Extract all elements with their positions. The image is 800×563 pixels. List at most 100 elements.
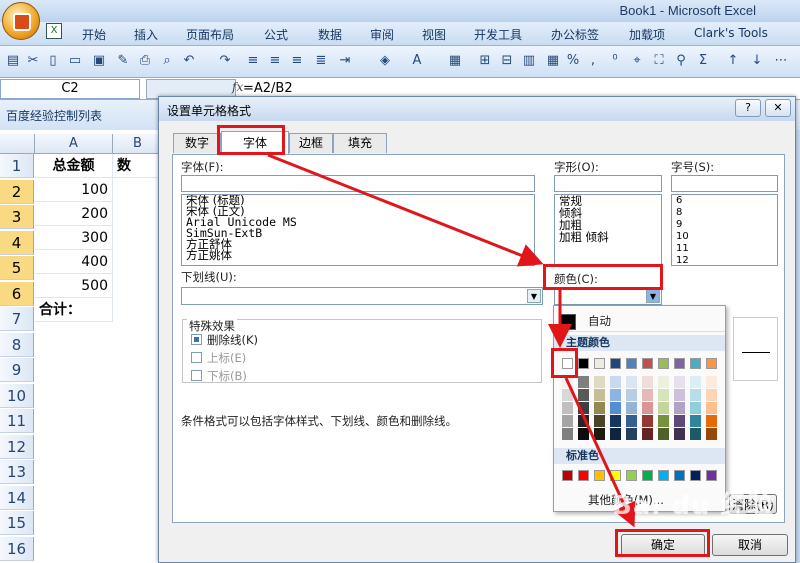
align-center-icon[interactable]: ≡ [266, 52, 284, 70]
cell-a1[interactable]: 总金额 [35, 154, 113, 178]
underline-select[interactable]: ▼ [181, 287, 543, 305]
theme-shade-swatch[interactable] [578, 402, 589, 414]
row-header[interactable]: 8 [0, 332, 34, 357]
row-header[interactable]: 4 [0, 230, 34, 255]
row-header[interactable]: 15 [0, 511, 34, 535]
theme-shade-swatch[interactable] [578, 376, 589, 388]
theme-color-swatch[interactable] [594, 358, 605, 369]
theme-shade-swatch[interactable] [610, 428, 621, 440]
theme-shade-swatch[interactable] [626, 415, 637, 427]
size-input[interactable] [671, 175, 778, 192]
theme-shade-swatch[interactable] [594, 389, 605, 401]
theme-shade-swatch[interactable] [642, 376, 653, 388]
size-option[interactable]: 8 [672, 207, 777, 219]
fx-icon[interactable]: fx [232, 80, 243, 94]
theme-shade-swatch[interactable] [594, 402, 605, 414]
undo-icon[interactable]: ↶ [180, 52, 198, 70]
cell-a2[interactable]: 100 [35, 178, 113, 202]
fill-color-icon[interactable]: ◈ [376, 52, 394, 70]
col-header-b[interactable]: B [113, 134, 163, 154]
theme-shade-swatch[interactable] [706, 428, 717, 440]
size-option[interactable]: 9 [672, 219, 777, 231]
theme-shade-swatch[interactable] [626, 376, 637, 388]
auto-color-option[interactable]: 自动 [554, 306, 725, 332]
strikethrough-checkbox[interactable] [191, 334, 202, 345]
standard-color-swatch[interactable] [626, 470, 637, 481]
style-input[interactable] [554, 175, 662, 192]
name-box[interactable]: C2 [0, 79, 140, 99]
row-header[interactable]: 7 [0, 307, 34, 331]
theme-shade-swatch[interactable] [562, 428, 573, 440]
align-right-icon[interactable]: ≡ [288, 52, 306, 70]
sort-desc-icon[interactable]: ↓ [748, 52, 766, 70]
standard-color-swatch[interactable] [594, 470, 605, 481]
theme-shade-swatch[interactable] [642, 389, 653, 401]
print-icon[interactable]: ⎙ [136, 52, 154, 70]
cell-a7[interactable]: 合计： [35, 298, 113, 322]
col-header-a[interactable]: A [35, 134, 113, 154]
font-option[interactable]: SimSun-ExtB [182, 227, 534, 239]
theme-shade-swatch[interactable] [594, 415, 605, 427]
row-header[interactable]: 6 [0, 281, 34, 306]
font-option[interactable]: 方正舒体 [182, 238, 534, 250]
size-option[interactable]: 10 [672, 231, 777, 243]
theme-color-swatch[interactable] [706, 358, 717, 369]
chevron-down-icon[interactable]: ▼ [646, 289, 660, 303]
theme-shade-swatch[interactable] [578, 415, 589, 427]
size-option[interactable]: 6 [672, 195, 777, 207]
row-header[interactable]: 3 [0, 205, 34, 229]
tab-office-tab[interactable]: 办公标签 [551, 26, 599, 43]
theme-shade-swatch[interactable] [610, 402, 621, 414]
row-header[interactable]: 1 [0, 154, 34, 178]
percent-icon[interactable]: % [564, 52, 582, 70]
formula-input[interactable]: =A2/B2 [243, 81, 293, 96]
font-color-icon[interactable]: A [408, 52, 426, 70]
row-header[interactable]: 10 [0, 383, 34, 408]
cancel-button[interactable]: 取消 [712, 534, 788, 556]
tab-formulas[interactable]: 公式 [264, 26, 288, 43]
theme-shade-swatch[interactable] [642, 402, 653, 414]
theme-shade-swatch[interactable] [690, 376, 701, 388]
standard-color-swatch[interactable] [674, 470, 685, 481]
justify-icon[interactable]: ≣ [312, 52, 330, 70]
theme-shade-swatch[interactable] [674, 415, 685, 427]
theme-shade-swatch[interactable] [658, 376, 669, 388]
size-list[interactable]: 6 8 9 10 11 12 [671, 194, 778, 266]
sort-asc-icon[interactable]: ↑ [724, 52, 742, 70]
tab-border[interactable]: 边框 [289, 133, 333, 153]
theme-shade-swatch[interactable] [706, 389, 717, 401]
theme-shade-swatch[interactable] [578, 428, 589, 440]
theme-shade-swatch[interactable] [674, 389, 685, 401]
font-input[interactable] [181, 175, 535, 192]
theme-color-swatch[interactable] [626, 358, 637, 369]
paste-icon[interactable]: ▤ [4, 52, 22, 70]
tab-view[interactable]: 视图 [422, 26, 446, 43]
more-icon[interactable]: ⋯ [772, 52, 790, 70]
camera-icon[interactable]: ⚲ [672, 52, 690, 70]
theme-shade-swatch[interactable] [562, 389, 573, 401]
align-left-icon[interactable]: ≡ [244, 52, 262, 70]
grid-icon[interactable]: ▥ [520, 52, 538, 70]
standard-color-swatch[interactable] [562, 470, 573, 481]
cell-a6[interactable]: 500 [35, 274, 113, 298]
theme-shade-swatch[interactable] [562, 415, 573, 427]
theme-shade-swatch[interactable] [690, 389, 701, 401]
theme-color-swatch[interactable] [674, 358, 685, 369]
merge-icon[interactable]: ⊞ [476, 52, 494, 70]
theme-shade-swatch[interactable] [674, 402, 685, 414]
theme-shade-swatch[interactable] [690, 428, 701, 440]
theme-color-swatch[interactable] [690, 358, 701, 369]
size-option[interactable]: 12 [672, 255, 777, 265]
tab-addins[interactable]: 加载项 [629, 26, 665, 43]
tab-page-layout[interactable]: 页面布局 [186, 26, 234, 43]
redo-icon[interactable]: ↷ [216, 52, 234, 70]
preview-icon[interactable]: ⌕ [158, 52, 176, 70]
font-option[interactable]: 方正姚体 [182, 249, 534, 261]
row-header[interactable]: 2 [0, 179, 34, 204]
theme-shade-swatch[interactable] [594, 376, 605, 388]
select-icon[interactable]: ⌖ [628, 52, 646, 70]
theme-shade-swatch[interactable] [706, 402, 717, 414]
theme-shade-swatch[interactable] [674, 376, 685, 388]
row-header[interactable]: 13 [0, 460, 34, 484]
tab-number[interactable]: 数字 [173, 133, 221, 153]
